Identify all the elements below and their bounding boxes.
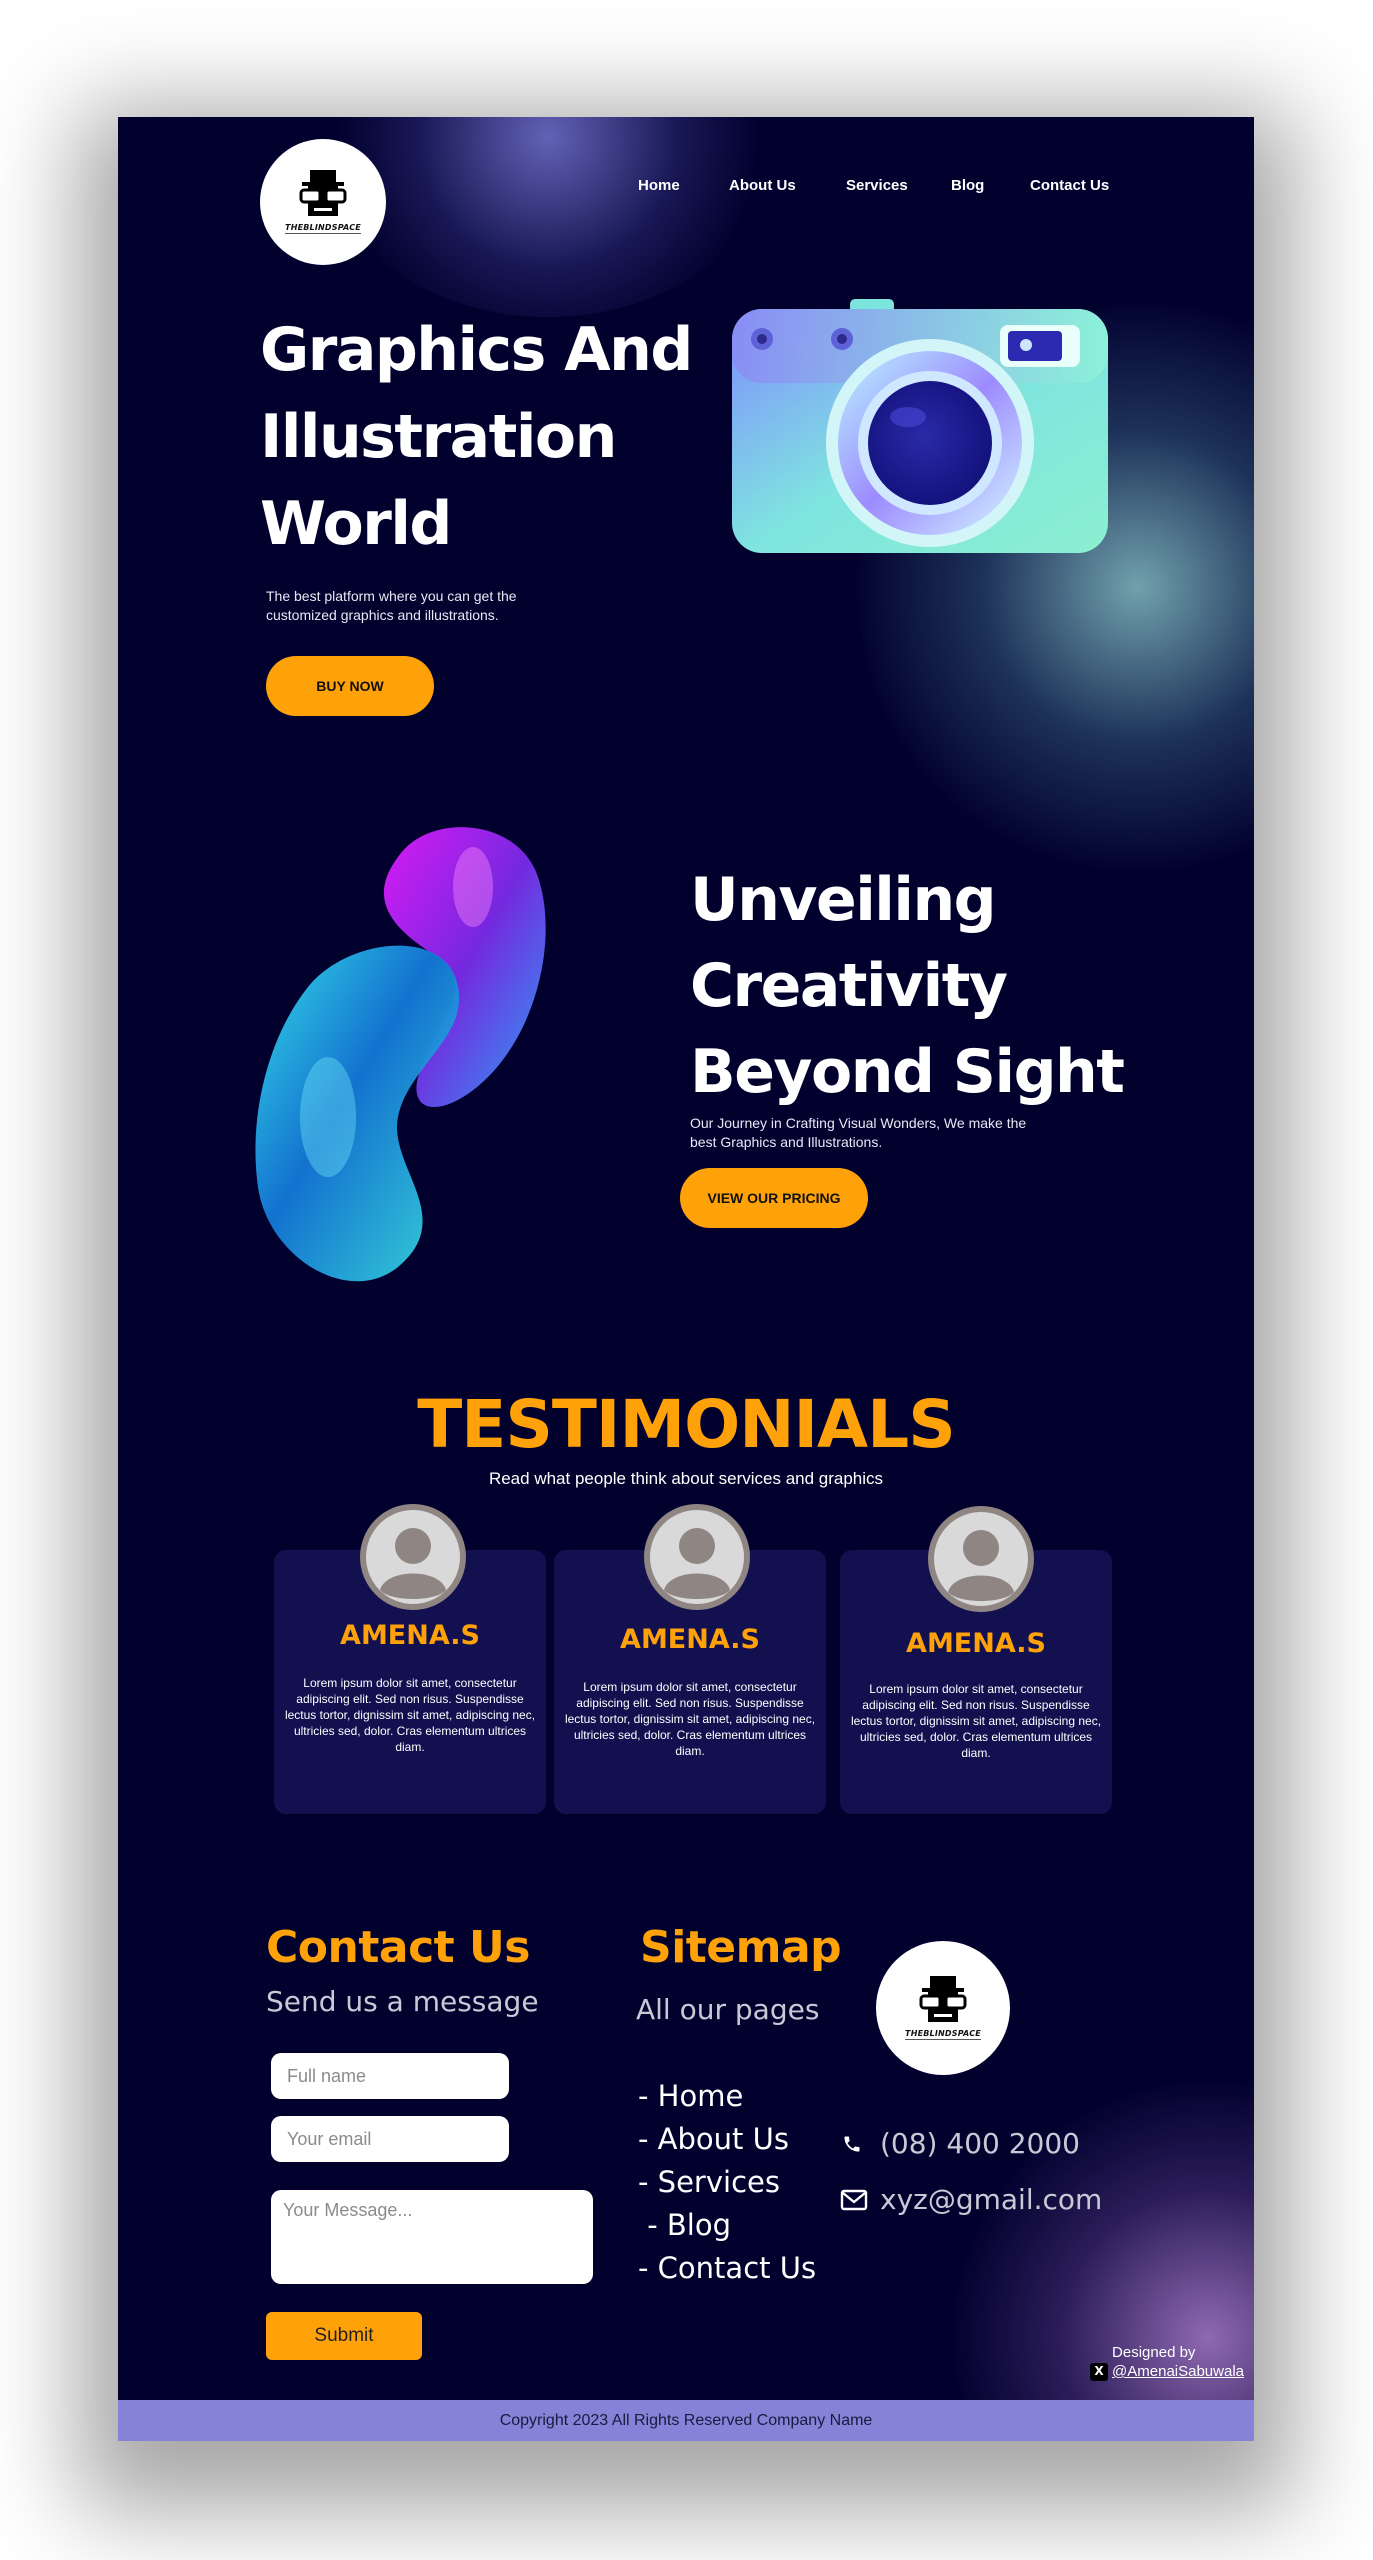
testimonial-name: AMENA.S bbox=[906, 1628, 1046, 1659]
testimonials-subtitle: Read what people think about services an… bbox=[488, 1469, 884, 1488]
testimonial-text: Lorem ipsum dolor sit amet, consectetur … bbox=[850, 1682, 1102, 1760]
nav-home[interactable]: Home bbox=[638, 177, 680, 194]
email-input[interactable] bbox=[271, 2116, 509, 2162]
footer-bar: Copyright 2023 All Rights Reserved Compa… bbox=[118, 2400, 1254, 2441]
sitemap-list: - Home - About Us - Services - Blog - Co… bbox=[638, 2075, 816, 2290]
testimonial-text: Lorem ipsum dolor sit amet, consectetur … bbox=[564, 1680, 816, 1758]
envelope-icon bbox=[840, 2188, 868, 2212]
testimonial-name: AMENA.S bbox=[340, 1620, 480, 1651]
testimonial-name: AMENA.S bbox=[620, 1624, 760, 1655]
phone-number: (08) 400 2000 bbox=[880, 2127, 1080, 2160]
logo-wordmark: THEBLINDSPACE bbox=[905, 2029, 981, 2040]
footer-logo[interactable]: THEBLINDSPACE bbox=[876, 1941, 1010, 2075]
section-subtitle: Our Journey in Crafting Visual Wonders, … bbox=[690, 1115, 1027, 1150]
view-pricing-button[interactable]: VIEW OUR PRICING bbox=[680, 1168, 868, 1228]
testimonials-title: TESTIMONIALS bbox=[417, 1386, 955, 1463]
user-avatar-icon bbox=[644, 1504, 750, 1610]
user-avatar-icon bbox=[928, 1506, 1034, 1612]
email-info: xyz@gmail.com bbox=[840, 2183, 1102, 2216]
copyright-text: Copyright 2023 All Rights Reserved Compa… bbox=[499, 2411, 873, 2429]
testimonial-card: AMENA.S Lorem ipsum dolor sit amet, cons… bbox=[554, 1504, 826, 1814]
nav-contact-us[interactable]: Contact Us bbox=[1030, 177, 1109, 194]
camera-illustration bbox=[732, 299, 1108, 553]
submit-button[interactable]: Submit bbox=[266, 2312, 422, 2360]
testimonial-card: AMENA.S Lorem ipsum dolor sit amet, cons… bbox=[274, 1504, 546, 1814]
nav-services[interactable]: Services bbox=[846, 177, 908, 194]
message-textarea[interactable] bbox=[271, 2190, 593, 2284]
email-address: xyz@gmail.com bbox=[880, 2183, 1103, 2216]
user-avatar-icon bbox=[360, 1504, 466, 1610]
section-title: Unveiling Creativity Beyond Sight bbox=[690, 865, 1125, 1107]
sitemap-subtitle: All our pages bbox=[636, 1993, 820, 2026]
designer-credit: Designed by X @AmenaiSabuwala bbox=[1090, 2343, 1244, 2381]
hero-title: Graphics And Illustration World bbox=[260, 315, 693, 559]
hero-subtitle: The best platform where you can get the … bbox=[266, 588, 517, 623]
testimonial-card: AMENA.S Lorem ipsum dolor sit amet, cons… bbox=[840, 1506, 1112, 1814]
phone-info: (08) 400 2000 bbox=[842, 2127, 1080, 2160]
sitemap-link-blog[interactable]: - Blog bbox=[638, 2204, 816, 2247]
buy-now-button[interactable]: BUY NOW bbox=[266, 656, 434, 716]
abstract-blob-illustration bbox=[255, 827, 546, 1282]
contact-title: Contact Us bbox=[266, 1922, 530, 1973]
designed-by-label: Designed by bbox=[1112, 2344, 1196, 2361]
sitemap-title: Sitemap bbox=[640, 1922, 842, 1973]
landing-page: THEBLINDSPACE Home About Us Services Blo… bbox=[118, 117, 1254, 2441]
x-logo-icon: X bbox=[1090, 2362, 1109, 2381]
glasses-man-icon bbox=[919, 1976, 967, 2022]
top-glow bbox=[318, 117, 778, 317]
sitemap-link-services[interactable]: - Services bbox=[638, 2161, 816, 2204]
nav-about-us[interactable]: About Us bbox=[729, 177, 796, 194]
nav-blog[interactable]: Blog bbox=[951, 177, 984, 194]
phone-icon bbox=[842, 2134, 862, 2154]
full-name-input[interactable] bbox=[271, 2053, 509, 2099]
designer-handle-link[interactable]: @AmenaiSabuwala bbox=[1112, 2362, 1244, 2381]
sitemap-link-about-us[interactable]: - About Us bbox=[638, 2118, 816, 2161]
sitemap-link-home[interactable]: - Home bbox=[638, 2075, 816, 2118]
header-logo[interactable]: THEBLINDSPACE bbox=[260, 139, 386, 265]
contact-subtitle: Send us a message bbox=[266, 1985, 539, 2018]
sitemap-link-contact-us[interactable]: - Contact Us bbox=[638, 2247, 816, 2290]
logo-wordmark: THEBLINDSPACE bbox=[285, 223, 361, 234]
main-nav: Home About Us Services Blog Contact Us bbox=[118, 177, 1254, 197]
testimonial-text: Lorem ipsum dolor sit amet, consectetur … bbox=[284, 1676, 536, 1754]
